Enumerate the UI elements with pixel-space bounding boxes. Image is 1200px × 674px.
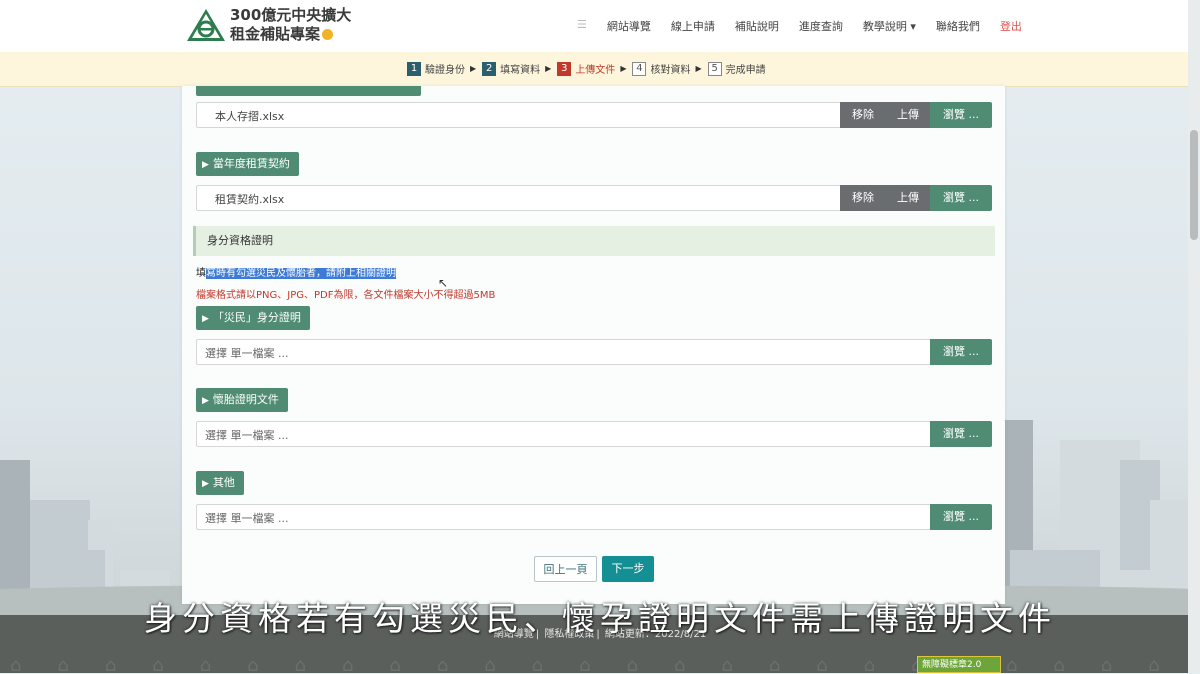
- lease-contract-file-row: 租賃契約.xlsx 移除 上傳 瀏覽 ...: [196, 185, 992, 211]
- lease-contract-title: 當年度租賃契約: [212, 157, 290, 170]
- logo-icon: [187, 9, 225, 41]
- caret-right-icon: ▶: [202, 160, 209, 170]
- caret-right-icon: ▶: [202, 396, 209, 406]
- file-placeholder: 選擇 單一檔案 ...: [205, 512, 289, 525]
- file-placeholder: 選擇 單一檔案 ...: [205, 429, 289, 442]
- caret-right-icon: ▶: [202, 479, 209, 489]
- nav-item-tutorial[interactable]: 教學說明 ▾: [863, 18, 916, 34]
- pregnancy-proof-title: 懷胎證明文件: [212, 393, 279, 406]
- identity-note-selected-text: 寫時有勾選災民及懷胎者，請附上相關證明: [206, 268, 396, 279]
- bankbook-file-name: 本人存摺.xlsx: [215, 110, 285, 123]
- step-arrow-icon: ▶: [545, 64, 552, 73]
- pregnancy-file-row[interactable]: 選擇 單一檔案 ... 瀏覽 ...: [196, 421, 992, 447]
- nav-item-sitemap[interactable]: 網站導覽: [607, 18, 651, 34]
- site-logo-title[interactable]: 300億元中央擴大 租金補貼專案: [230, 6, 351, 44]
- logo-line-1: 300億元中央擴大: [230, 6, 352, 24]
- step-2-number: 2: [482, 61, 497, 76]
- other-proof-title: 其他: [212, 476, 235, 489]
- browse-button[interactable]: 瀏覽 ...: [930, 504, 992, 530]
- upload-button[interactable]: 上傳: [886, 185, 930, 211]
- disaster-victim-proof-tab: ▶ 「災民」身分證明: [196, 306, 310, 330]
- next-step-button[interactable]: 下一步: [602, 556, 654, 582]
- lease-contract-file-name: 租賃契約.xlsx: [215, 193, 285, 206]
- bankbook-section-tab: [196, 86, 421, 96]
- nav-item-apply[interactable]: 線上申請: [671, 18, 715, 34]
- disaster-victim-proof-title: 「災民」身分證明: [212, 311, 301, 324]
- step-4-label: 核對資料: [650, 65, 691, 76]
- browse-button[interactable]: 瀏覽 ...: [930, 421, 992, 447]
- step-list: 1 驗證身份 ▶ 2 填寫資料 ▶ 3 上傳文件 ▶ 4 核對資料 ▶ 5 完成…: [407, 61, 766, 76]
- step-4-number: 4: [632, 61, 647, 76]
- chat-bubble-icon: [322, 29, 334, 40]
- upload-button[interactable]: 上傳: [886, 102, 930, 128]
- pregnancy-proof-tab: ▶ 懷胎證明文件: [196, 388, 288, 412]
- step-1-number: 1: [407, 61, 421, 76]
- step-5-number: 5: [707, 61, 722, 76]
- step-1-label: 驗證身份: [425, 65, 465, 76]
- lease-contract-tab: ▶ 當年度租賃契約: [196, 152, 299, 176]
- browse-button[interactable]: 瀏覽 ...: [930, 185, 992, 211]
- identity-note: 填寫時有勾選災民及懷胎者，請附上相關證明: [196, 264, 396, 279]
- step-2-label: 填寫資料: [500, 65, 541, 76]
- accessibility-badge[interactable]: 無障礙標章2.0: [917, 656, 1001, 673]
- logout-link[interactable]: 登出: [1000, 18, 1022, 34]
- remove-button[interactable]: 移除: [840, 102, 886, 128]
- step-arrow-icon: ▶: [695, 64, 702, 73]
- step-3-label: 上傳文件: [575, 65, 616, 76]
- bankbook-file-row: 本人存摺.xlsx 移除 上傳 瀏覽 ...: [196, 102, 992, 128]
- footer-decorative-icons: ⌂⌂⌂⌂⌂⌂⌂⌂⌂⌂⌂⌂⌂⌂⌂⌂⌂⌂⌂⌂⌂⌂⌂⌂⌂⌂: [10, 655, 1200, 673]
- page-scrollbar[interactable]: [1188, 0, 1200, 673]
- file-format-note: 檔案格式請以PNG、JPG、PDF為限，各文件檔案大小不得超過5MB: [196, 290, 496, 301]
- disaster-victim-file-row[interactable]: 選擇 單一檔案 ... 瀏覽 ...: [196, 339, 992, 365]
- step-5-label: 完成申請: [725, 65, 766, 76]
- site-header: 300億元中央擴大 租金補貼專案 ☰ 網站導覽 線上申請 補貼說明 進度查詢 教…: [0, 0, 1200, 52]
- nav-item-subsidy-info[interactable]: 補貼說明: [735, 18, 779, 34]
- nav-item-contact[interactable]: 聯絡我們: [936, 18, 980, 34]
- browse-button[interactable]: 瀏覽 ...: [930, 102, 992, 128]
- scrollbar-thumb[interactable]: [1190, 130, 1198, 240]
- logo-line-2: 租金補貼專案: [230, 25, 321, 43]
- other-file-row[interactable]: 選擇 單一檔案 ... 瀏覽 ...: [196, 504, 992, 530]
- hamburger-icon[interactable]: ☰: [577, 18, 587, 34]
- step-arrow-icon: ▶: [620, 64, 627, 73]
- upload-form-card: 本人存摺.xlsx 移除 上傳 瀏覽 ... ▶ 當年度租賃契約 租賃契約.xls…: [182, 86, 1005, 604]
- step-arrow-icon: ▶: [470, 64, 477, 73]
- previous-page-button[interactable]: 回上一頁: [534, 556, 597, 582]
- nav-item-progress[interactable]: 進度查詢: [799, 18, 843, 34]
- other-proof-tab: ▶ 其他: [196, 471, 244, 495]
- step-3-number: 3: [557, 61, 572, 76]
- video-subtitle: 身分資格若有勾選災民、懷孕證明文件需上傳證明文件: [144, 599, 1056, 638]
- identity-note-prefix: 填: [196, 268, 206, 279]
- main-nav: ☰ 網站導覽 線上申請 補貼說明 進度查詢 教學說明 ▾ 聯絡我們 登出: [577, 18, 1042, 34]
- file-placeholder: 選擇 單一檔案 ...: [205, 347, 289, 360]
- identity-section-header: 身分資格證明: [193, 226, 995, 256]
- caret-right-icon: ▶: [202, 314, 209, 324]
- remove-button[interactable]: 移除: [840, 185, 886, 211]
- browse-button[interactable]: 瀏覽 ...: [930, 339, 992, 365]
